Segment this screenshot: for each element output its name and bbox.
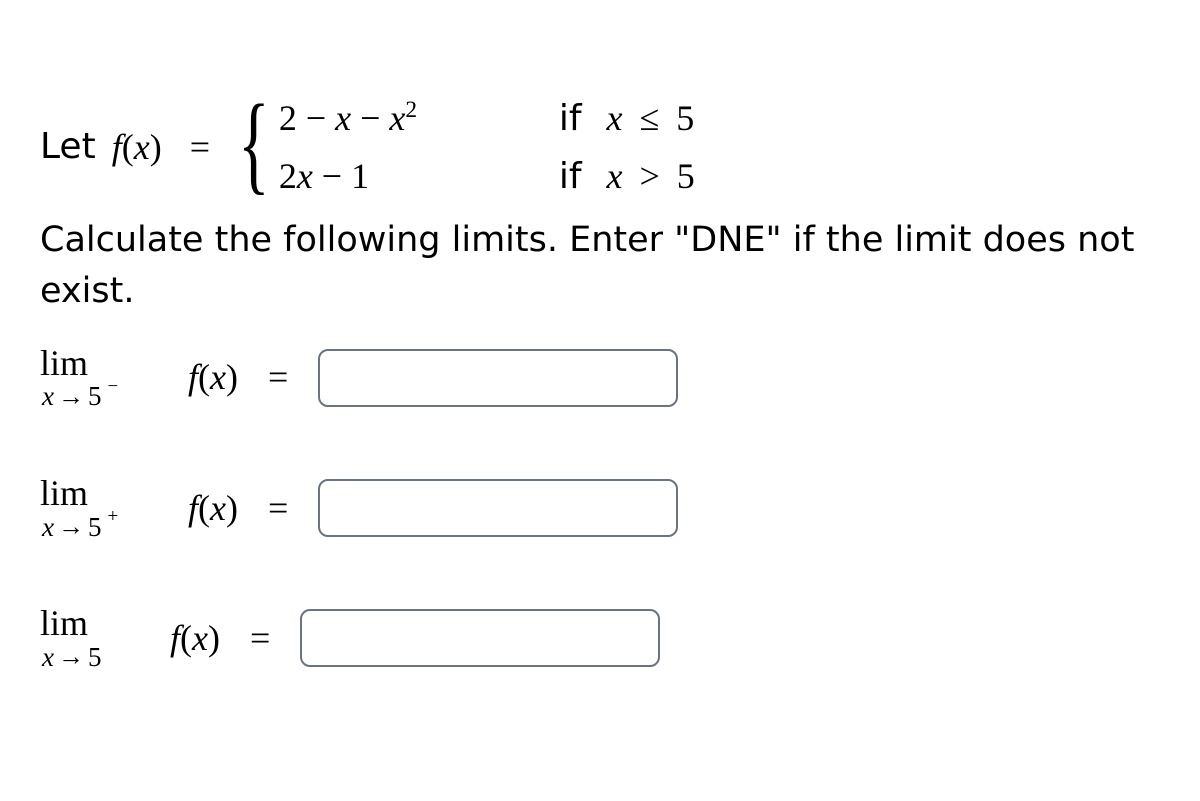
f-of-x: f(x) [170, 614, 220, 663]
f-of-x: f(x) [112, 123, 162, 172]
lim-word: lim [40, 475, 88, 513]
limit-subscript: x → 5− [40, 382, 118, 410]
limit-row-right: lim x → 5+ f(x) = [40, 475, 1160, 541]
f-of-x: f(x) [188, 353, 238, 402]
case2-condition: if x > 5 [559, 152, 695, 202]
squared-exponent: 2 [405, 97, 417, 123]
left-brace-icon: { [238, 94, 270, 193]
limit-expression-left: lim x → 5− [40, 345, 170, 411]
equals-sign: = [178, 123, 222, 172]
let-word: Let [40, 123, 96, 172]
cases: 2 − x − x2 if x ≤ 5 2x − 1 if x [279, 90, 695, 205]
answer-input-right-limit[interactable] [318, 479, 678, 537]
case2-expression: 2x − 1 [279, 152, 559, 201]
case-1: 2 − x − x2 if x ≤ 5 [279, 90, 695, 148]
limit-expression-two-sided: lim x → 5 [40, 605, 152, 671]
instruction-text: Calculate the following limits. Enter "D… [40, 215, 1160, 317]
case1-expression: 2 − x − x2 [279, 94, 559, 143]
limit-subscript: x → 5+ [40, 513, 118, 541]
func-letter: f [112, 123, 122, 172]
equals-sign: = [238, 614, 282, 663]
var-letter: x [134, 123, 150, 172]
f-of-x: f(x) [188, 484, 238, 533]
equals-sign: = [256, 484, 300, 533]
arrow-icon: → [58, 513, 84, 540]
lim-word: lim [40, 345, 88, 383]
limit-expression-right: lim x → 5+ [40, 475, 170, 541]
piecewise-block: { 2 − x − x2 if x ≤ 5 2x − 1 [238, 90, 695, 205]
answer-input-two-sided-limit[interactable] [300, 609, 660, 667]
answer-input-left-limit[interactable] [318, 349, 678, 407]
equals-sign: = [256, 353, 300, 402]
function-definition: Let f(x) = { 2 − x − x2 if x ≤ 5 [40, 90, 1160, 205]
limit-row-two-sided: lim x → 5 f(x) = [40, 605, 1160, 671]
limit-subscript: x → 5 [40, 643, 107, 671]
arrow-icon: → [58, 383, 84, 410]
arrow-icon: → [58, 643, 84, 670]
lim-word: lim [40, 605, 88, 643]
limit-row-left: lim x → 5− f(x) = [40, 345, 1160, 411]
case-2: 2x − 1 if x > 5 [279, 148, 695, 206]
case1-condition: if x ≤ 5 [559, 94, 694, 144]
math-problem-page: Let f(x) = { 2 − x − x2 if x ≤ 5 [0, 0, 1200, 711]
